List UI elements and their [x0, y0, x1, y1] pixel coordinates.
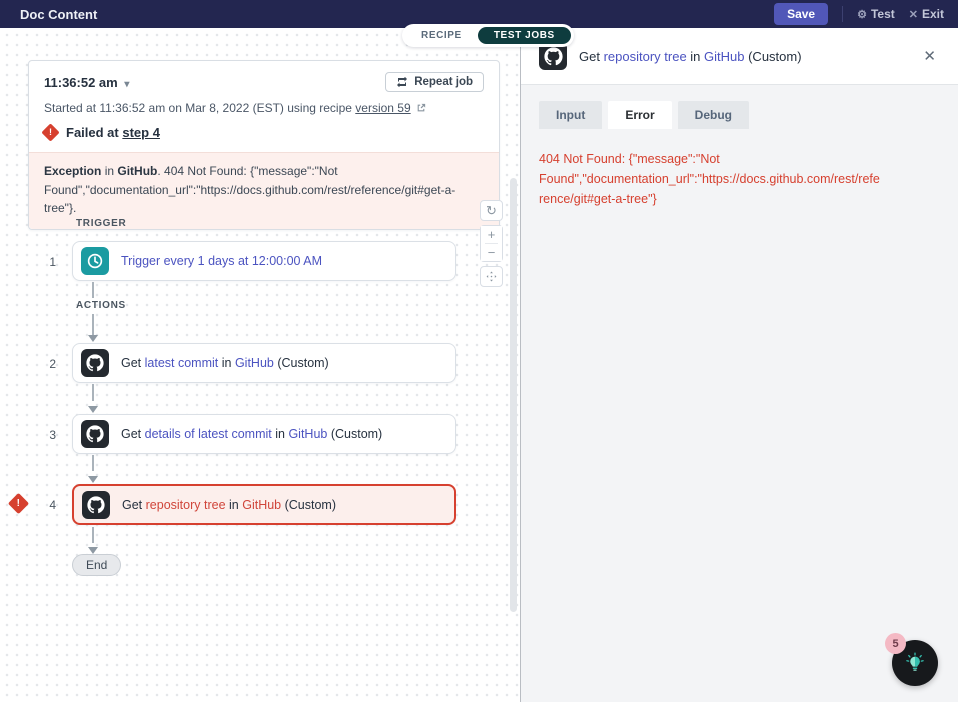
test-button[interactable]: ⚙ Test [857, 7, 895, 21]
zoom-out-button[interactable]: − [481, 244, 502, 261]
page-title: Doc Content [20, 7, 97, 22]
scrollbar[interactable] [510, 178, 517, 612]
connector-arrow [88, 476, 98, 483]
detail-tabs: Input Error Debug [539, 101, 958, 129]
repeat-job-label: Repeat job [414, 76, 473, 88]
repeat-job-button[interactable]: Repeat job [385, 72, 484, 92]
header-actions: Save ⚙ Test ✕ Exit [774, 3, 944, 25]
exception-word: Exception [44, 164, 101, 178]
trigger-section-label: TRIGGER [76, 218, 126, 229]
connector-line [92, 455, 94, 471]
job-canvas-panel: 11:36:52 am ▾ Repeat job Started at 11:3… [0, 28, 521, 702]
lightbulb-icon [904, 652, 926, 674]
step-title: Trigger every 1 days at 12:00:00 AM [121, 254, 322, 268]
chevron-down-icon: ▾ [124, 79, 129, 90]
detail-header: Get repository tree in GitHub (Custom) ✕ [521, 28, 958, 85]
header-divider [842, 6, 843, 22]
job-started-line: Started at 11:36:52 am on Mar 8, 2022 (E… [44, 101, 484, 115]
external-link-icon [416, 103, 426, 113]
tab-error[interactable]: Error [608, 101, 671, 129]
error-diamond-icon: ! [8, 493, 29, 514]
mode-switch: RECIPE TEST JOBS [402, 24, 574, 47]
version-link[interactable]: version 59 [355, 101, 410, 115]
connector-line [92, 314, 94, 335]
job-failed-line: ! Failed at step 4 [44, 125, 484, 140]
save-button[interactable]: Save [774, 3, 828, 25]
job-started-text: Started at 11:36:52 am on Mar 8, 2022 (E… [44, 101, 355, 115]
end-node[interactable]: End [72, 554, 121, 576]
step-card-trigger[interactable]: Trigger every 1 days at 12:00:00 AM [72, 241, 456, 281]
zoom-in-button[interactable]: + [481, 226, 502, 243]
github-icon [82, 491, 110, 519]
test-button-label: Test [871, 7, 895, 21]
job-time-dropdown[interactable]: 11:36:52 am ▾ [44, 75, 129, 90]
gear-icon: ⚙ [857, 8, 867, 21]
step-title: Get repository tree in GitHub (Custom) [122, 498, 336, 512]
exit-button-label: Exit [922, 7, 944, 21]
step-number: 1 [38, 255, 56, 269]
step-card-3[interactable]: Get details of latest commit in GitHub (… [72, 414, 456, 454]
step-detail-panel: Get repository tree in GitHub (Custom) ✕… [521, 28, 958, 702]
zoom-group: + − [480, 225, 503, 262]
tab-debug[interactable]: Debug [678, 101, 749, 129]
fit-view-icon [486, 271, 497, 282]
connector-arrow [88, 335, 98, 342]
failed-at-text: Failed at step 4 [66, 125, 160, 140]
connector-arrow [88, 406, 98, 413]
reset-view-button[interactable]: ↻ [480, 200, 503, 221]
connector-arrow [88, 547, 98, 554]
actions-section-label: ACTIONS [76, 300, 126, 311]
job-time-label: 11:36:52 am [44, 75, 118, 90]
reset-icon: ↻ [486, 203, 497, 219]
step-number: 4 [38, 498, 56, 512]
exit-button[interactable]: ✕ Exit [909, 7, 944, 21]
connector-line [92, 384, 94, 401]
close-icon: ✕ [909, 8, 918, 21]
connector-line [92, 282, 94, 298]
github-icon [81, 420, 109, 448]
failed-step-link[interactable]: step 4 [122, 125, 160, 140]
step-card-4-failed[interactable]: Get repository tree in GitHub (Custom) [72, 484, 456, 525]
tab-recipe[interactable]: RECIPE [405, 27, 478, 44]
step-number: 2 [38, 357, 56, 371]
github-icon [81, 349, 109, 377]
tab-input[interactable]: Input [539, 101, 602, 129]
step-number: 3 [38, 428, 56, 442]
error-diamond-icon: ! [41, 123, 59, 141]
tab-test-jobs[interactable]: TEST JOBS [478, 27, 571, 44]
job-summary-card: 11:36:52 am ▾ Repeat job Started at 11:3… [28, 60, 500, 230]
step-title: Get details of latest commit in GitHub (… [121, 427, 382, 441]
repeat-icon [396, 77, 408, 87]
step-card-2[interactable]: Get latest commit in GitHub (Custom) [72, 343, 456, 383]
assistant-button[interactable]: 5 [892, 640, 938, 686]
close-panel-button[interactable]: ✕ [919, 45, 940, 67]
error-output-text: 404 Not Found: {"message":"Not Found","d… [539, 149, 881, 209]
detail-step-title: Get repository tree in GitHub (Custom) [579, 49, 907, 64]
clock-icon [81, 247, 109, 275]
connector-line [92, 527, 94, 543]
exception-app: GitHub [117, 164, 157, 178]
step-title: Get latest commit in GitHub (Custom) [121, 356, 329, 370]
canvas-controls: ↻ + − [480, 200, 503, 287]
fit-view-button[interactable] [480, 266, 503, 287]
notification-badge: 5 [885, 633, 906, 654]
close-icon: ✕ [923, 48, 936, 65]
